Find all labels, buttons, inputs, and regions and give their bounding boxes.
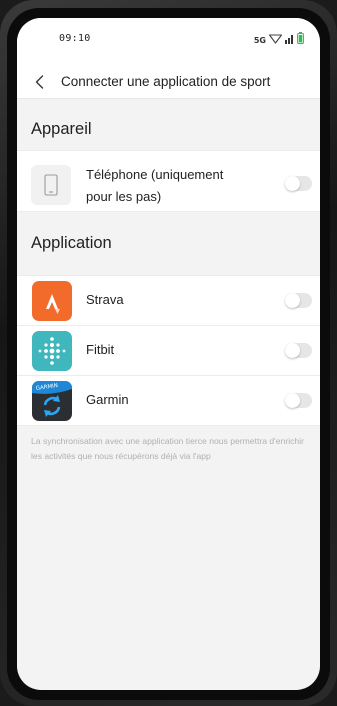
toggle-telephone[interactable]	[285, 176, 312, 191]
section-title-application: Application	[31, 234, 112, 252]
sync-note: La synchronisation avec une application …	[31, 436, 304, 461]
section-title-device: Appareil	[31, 120, 92, 138]
toggle-knob	[285, 393, 300, 408]
chevron-left-icon	[35, 75, 43, 89]
toggle-fitbit[interactable]	[285, 343, 312, 358]
garmin-icon: GARMIN	[32, 381, 72, 421]
battery-icon	[297, 31, 304, 49]
back-button[interactable]	[31, 72, 47, 92]
screen: 09:10 5G Connecter une application de sp…	[17, 18, 320, 690]
divider	[17, 425, 320, 426]
toggle-garmin[interactable]	[285, 393, 312, 408]
divider	[17, 211, 320, 212]
page-title: Connecter une application de sport	[61, 74, 271, 89]
toggle-knob	[285, 293, 300, 308]
wifi-icon	[268, 31, 283, 49]
toggle-knob	[285, 343, 300, 358]
label-line-2: pour les pas	[86, 189, 157, 204]
list-item-fitbit[interactable]: Fitbit	[17, 326, 320, 375]
list-item-telephone[interactable]: Téléphone (uniquement pour les pas)	[17, 151, 320, 211]
strava-icon	[32, 281, 72, 321]
status-time: 09:10	[59, 33, 91, 44]
toggle-strava[interactable]	[285, 293, 312, 308]
label-line-1: Téléphone (uniquement	[86, 167, 224, 182]
signal-icon	[285, 31, 294, 49]
network-type: 5G	[253, 35, 266, 45]
list-item-label: Garmin	[86, 392, 129, 407]
fitbit-icon	[32, 331, 72, 371]
list-item-garmin[interactable]: GARMIN Garmin	[17, 376, 320, 425]
toggle-knob	[285, 176, 300, 191]
list-item-label: Fitbit	[86, 342, 115, 357]
label-line-2-suffix: )	[156, 189, 162, 204]
list-item-strava[interactable]: Strava	[17, 276, 320, 325]
phone-icon	[31, 165, 71, 205]
status-icons: 5G	[254, 31, 304, 49]
status-bar: 09:10 5G	[17, 18, 320, 66]
list-item-label: Téléphone (uniquement pour les pas)	[86, 164, 223, 208]
app-header: Connecter une application de sport	[17, 66, 320, 99]
list-item-label: Strava	[86, 292, 124, 307]
